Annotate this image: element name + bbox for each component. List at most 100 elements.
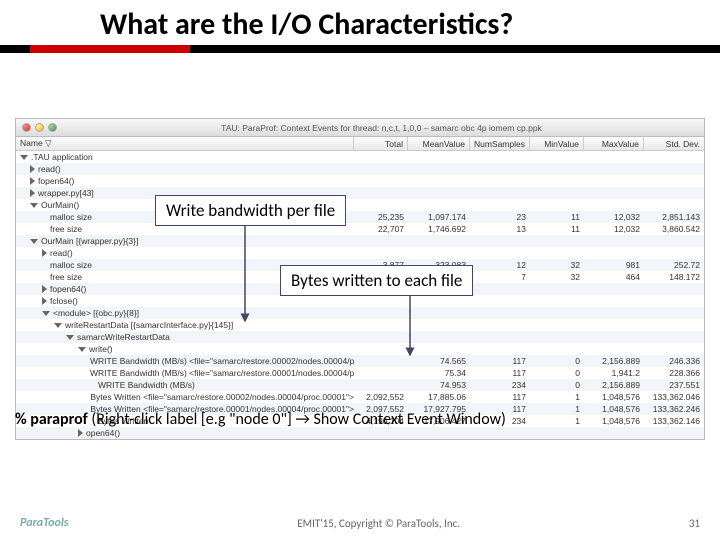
command-prefix: % paraprof [15,410,91,429]
tree-row[interactable]: WRITE Bandwidth (MB/s) <file="samarc/res… [16,367,704,379]
tree-row[interactable]: samarcWriteRestartData [16,331,704,343]
cell-min: 1 [530,416,584,426]
disclosure-down-icon[interactable] [54,323,62,328]
logo: ParaTools [20,516,69,530]
tree-node-label[interactable]: read() [16,164,354,174]
callout-write-bandwidth: Write bandwidth per file [155,195,346,226]
cell-mean: 75.34 [408,368,470,378]
tree-row[interactable]: Bytes Written <file="samarc/restore.0000… [16,391,704,403]
cell-max: 12,032 [584,212,644,222]
disclosure-down-icon[interactable] [20,155,28,160]
tree-node-label[interactable]: WRITE Bandwidth (MB/s) <file="samarc/res… [16,368,354,378]
cell-max: 2,156.889 [584,356,644,366]
footer-text: EMIT'15, Copyright © ParaTools, Inc. [69,517,689,530]
window-titlebar[interactable]: TAU: ParaProf: Context Events for thread… [16,119,704,137]
cell-mean: 1,746.692 [408,224,470,234]
cell-ns: 13 [470,224,530,234]
footer: ParaTools EMIT'15, Copyright © ParaTools… [0,516,720,530]
tree-row[interactable]: write() [16,343,704,355]
tree-node-label[interactable]: WRITE Bandwidth (MB/s) <file="samarc/res… [16,356,354,366]
tree-node-label[interactable]: fopen64() [16,176,354,186]
tree-row[interactable]: read() [16,163,704,175]
cell-std: 133,362.146 [644,416,704,426]
tree-row[interactable]: WRITE Bandwidth (MB/s)74.95323402,156.88… [16,379,704,391]
cell-max: 1,048,576 [584,416,644,426]
disclosure-right-icon[interactable] [30,189,35,197]
tree-node-label[interactable]: samarcWriteRestartData [16,332,354,342]
tree-node-label[interactable]: writeRestartData [{samarcInterface.py}{1… [16,320,354,330]
close-icon[interactable] [22,123,31,132]
column-headers: Name ▽ Total MeanValue NumSamples MinVal… [16,137,704,151]
cell-max: 1,941.2 [584,368,644,378]
tree-node-label[interactable]: .TAU application [16,152,354,162]
tree-node-label[interactable]: OurMain [{wrapper.py}{3}] [16,236,354,246]
page-number: 31 [689,517,700,530]
col-mean[interactable]: MeanValue [408,137,470,150]
cell-ns: 7 [470,272,530,282]
cell-min: 0 [530,368,584,378]
cell-ns: 12 [470,260,530,270]
cell-ns: 117 [470,392,530,402]
cell-ns: 23 [470,212,530,222]
cell-ns: 117 [470,368,530,378]
col-max[interactable]: MaxValue [584,137,644,150]
cell-total: 2,092,552 [354,392,408,402]
minimize-icon[interactable] [35,123,44,132]
disclosure-right-icon[interactable] [30,165,35,173]
instruction-rest: (Right-click label [e.g "node 0"] → Show… [91,410,506,429]
disclosure-down-icon[interactable] [30,239,38,244]
cell-min: 1 [530,404,584,414]
disclosure-down-icon[interactable] [66,335,74,340]
tree-node-label[interactable]: fclose() [16,296,354,306]
cell-std: 2,851.143 [644,212,704,222]
disclosure-right-icon[interactable] [42,285,47,293]
disclosure-right-icon[interactable] [42,249,47,257]
cell-max: 2,156.889 [584,380,644,390]
tree-row[interactable]: wrapper.py[43] [16,187,704,199]
cell-std: 148.172 [644,272,704,282]
tree-row[interactable]: writeRestartData [{samarcInterface.py}{1… [16,319,704,331]
tree-row[interactable]: fclose() [16,295,704,307]
cell-mean: 1,097.174 [408,212,470,222]
cell-max: 1,048,576 [584,404,644,414]
disclosure-down-icon[interactable] [42,311,50,316]
disclosure-right-icon[interactable] [78,429,83,437]
cell-min: 11 [530,224,584,234]
tree-row[interactable]: .TAU application [16,151,704,163]
col-stddev[interactable]: Std. Dev. [644,137,704,150]
cell-std: 133,362.046 [644,392,704,402]
tree-node-label[interactable]: open64() [16,428,354,438]
tree-node-label[interactable]: Bytes Written <file="samarc/restore.0000… [16,392,354,402]
tree-node-label[interactable]: WRITE Bandwidth (MB/s) [16,380,354,390]
zoom-icon[interactable] [48,123,57,132]
tree-row[interactable]: WRITE Bandwidth (MB/s) <file="samarc/res… [16,355,704,367]
tree-node-label[interactable]: read() [16,248,354,258]
cell-max: 1,048,576 [584,392,644,402]
tree-row[interactable]: fopen64() [16,175,704,187]
window-title: TAU: ParaProf: Context Events for thread… [65,123,698,133]
disclosure-right-icon[interactable] [30,177,35,185]
tree-row[interactable]: free size22,7071,746.692131112,0323,860.… [16,223,704,235]
tree-node-label[interactable]: <module> [{obc.py}{8}] [16,308,354,318]
col-numsamples[interactable]: NumSamples [470,137,530,150]
tree-node-label[interactable]: write() [16,344,354,354]
cell-max: 464 [584,272,644,282]
tree-row[interactable]: OurMain() [16,199,704,211]
cell-std: 237.551 [644,380,704,390]
tree-row[interactable]: OurMain [{wrapper.py}{3}] [16,235,704,247]
cell-std: 246.336 [644,356,704,366]
col-name[interactable]: Name ▽ [16,137,354,150]
arrow-bw [230,218,260,328]
cell-std: 133,362.246 [644,404,704,414]
cell-std: 252.72 [644,260,704,270]
tree-row[interactable]: read() [16,247,704,259]
col-min[interactable]: MinValue [530,137,584,150]
tree-row[interactable]: malloc size25,2351,097.174231112,0322,85… [16,211,704,223]
disclosure-down-icon[interactable] [78,347,86,352]
col-total[interactable]: Total [354,137,408,150]
disclosure-down-icon[interactable] [30,203,38,208]
disclosure-right-icon[interactable] [42,297,47,305]
cell-ns: 117 [470,356,530,366]
cell-min: 1 [530,392,584,402]
tree-row[interactable]: <module> [{obc.py}{8}] [16,307,704,319]
